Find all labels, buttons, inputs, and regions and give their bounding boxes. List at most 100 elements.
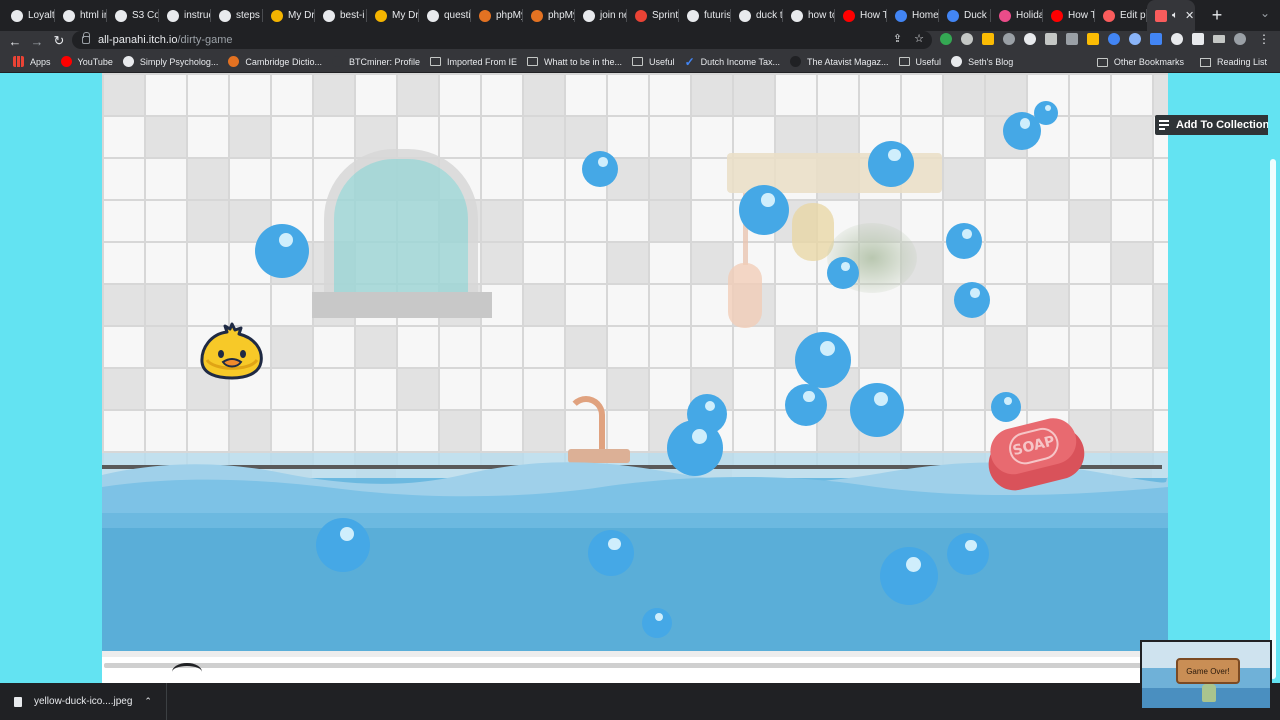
extension-icon[interactable] (1150, 33, 1162, 45)
bubble[interactable] (739, 185, 789, 235)
bubble[interactable] (642, 608, 672, 638)
bubble[interactable] (946, 223, 982, 259)
tab-label: steps (236, 10, 260, 21)
game-canvas[interactable]: SOAP (102, 73, 1168, 683)
browser-tab[interactable]: instruc (159, 0, 211, 31)
browser-tab[interactable]: My Dri (263, 0, 315, 31)
bookmark-item[interactable]: Imported From IE (425, 57, 522, 67)
browser-tab[interactable]: How To (835, 0, 887, 31)
browser-tab[interactable]: Home (887, 0, 939, 31)
bubble[interactable] (316, 518, 370, 572)
extension-icon[interactable] (1129, 33, 1141, 45)
forward-button[interactable]: → (26, 34, 48, 49)
extension-icon[interactable] (1024, 33, 1036, 45)
folder-icon (898, 57, 910, 66)
site-favicon-icon (951, 56, 963, 67)
other-bookmarks[interactable]: Other Bookmarks (1092, 57, 1189, 67)
extension-icon[interactable] (940, 33, 952, 45)
extension-icon[interactable] (961, 33, 973, 45)
share-icon[interactable]: ⇪ (893, 32, 902, 45)
bookmark-item[interactable]: YouTube (56, 56, 118, 67)
browser-tab[interactable]: best-i (315, 0, 367, 31)
bubble[interactable] (582, 151, 618, 187)
profile-avatar[interactable] (1234, 33, 1246, 45)
browser-tab[interactable]: Holida (991, 0, 1043, 31)
active-tab[interactable]: 🔈︎ ✕ (1147, 0, 1195, 31)
browser-tab[interactable]: join ne (575, 0, 627, 31)
address-bar[interactable]: all-panahi.itch.io/dirty-game ⇪ ☆ (72, 31, 932, 49)
bookmark-item[interactable]: The Atavist Magaz... (785, 56, 894, 67)
bookmark-item[interactable]: Cambridge Dictio... (223, 56, 327, 67)
new-tab-button[interactable]: + (1207, 5, 1227, 26)
browser-tab[interactable]: Loyalt (3, 0, 55, 31)
bubble[interactable] (868, 141, 914, 187)
bookmark-item[interactable]: Apps (8, 56, 56, 67)
wall-tile (692, 75, 732, 115)
browser-tab[interactable]: S3 Co (107, 0, 159, 31)
close-tab-icon[interactable]: ✕ (1185, 9, 1194, 22)
bookmark-item[interactable]: ✓ Dutch Income Tax... (680, 55, 785, 69)
browser-tab[interactable]: phpMy (471, 0, 523, 31)
reload-button[interactable]: ↻ (48, 33, 70, 49)
bubble[interactable] (588, 530, 634, 576)
add-to-collection-button[interactable]: Add To Collection (1155, 115, 1276, 135)
browser-tab[interactable]: how to (783, 0, 835, 31)
extension-icon[interactable] (1108, 33, 1120, 45)
wall-tile (524, 117, 564, 157)
bubble[interactable] (954, 282, 990, 318)
browser-tab[interactable]: Edit pr (1095, 0, 1147, 31)
back-button[interactable]: ← (4, 34, 26, 49)
control-knob[interactable] (172, 663, 202, 681)
bubble[interactable] (880, 547, 938, 605)
menu-icon[interactable]: ⋮ (1258, 32, 1270, 46)
extension-icon[interactable] (1171, 33, 1183, 45)
browser-tab[interactable]: Sprint (627, 0, 679, 31)
bubble[interactable] (785, 384, 827, 426)
tab-label: Loyalt (28, 10, 55, 21)
bubble[interactable] (1034, 101, 1058, 125)
tab-label: Sprint (652, 10, 679, 21)
browser-tab[interactable]: steps (211, 0, 263, 31)
browser-tab[interactable]: How To (1043, 0, 1095, 31)
extension-icon[interactable] (1066, 33, 1078, 45)
extension-icon[interactable] (982, 33, 994, 45)
extension-icon[interactable] (1003, 33, 1015, 45)
bubble[interactable] (667, 420, 723, 476)
browser-tab[interactable]: duck t (731, 0, 783, 31)
download-item[interactable]: yellow-duck-ico....jpeg ⌃ (14, 683, 167, 720)
bubble[interactable] (255, 224, 309, 278)
wall-tile (104, 75, 144, 115)
bubble[interactable] (827, 257, 859, 289)
chevron-up-icon[interactable]: ⌃ (144, 696, 152, 707)
pip-bottle (1202, 684, 1216, 702)
extension-icon[interactable] (1045, 33, 1057, 45)
puzzle-icon[interactable] (1192, 33, 1204, 45)
browser-tab[interactable]: Duck c (939, 0, 991, 31)
bookmarks-bar: Apps YouTube Simply Psycholog... Cambridge … (0, 51, 1280, 73)
browser-tab[interactable]: questi (419, 0, 471, 31)
youtube-icon (843, 9, 855, 22)
bookmark-item[interactable]: Useful (627, 57, 680, 67)
picture-in-picture-thumbnail[interactable]: Game Over! (1140, 640, 1272, 710)
browser-tab[interactable]: futuris (679, 0, 731, 31)
reading-list[interactable]: Reading List (1195, 57, 1272, 67)
reading-list-icon[interactable] (1213, 35, 1225, 43)
bookmark-item[interactable]: Useful (894, 57, 947, 67)
bookmark-item[interactable]: BTCminer: Profile (327, 56, 425, 67)
bubble[interactable] (947, 533, 989, 575)
bubble[interactable] (991, 392, 1021, 422)
bookmark-item[interactable]: Seth's Blog (946, 56, 1018, 67)
speaker-icon[interactable]: 🔈︎ (1172, 10, 1178, 21)
browser-tab[interactable]: My Dri (367, 0, 419, 31)
scrollbar-thumb[interactable] (1270, 159, 1276, 679)
rubber-duck-icon[interactable] (199, 320, 265, 380)
bookmark-item[interactable]: Whatt to be in the... (522, 57, 627, 67)
bookmark-star-icon[interactable]: ☆ (914, 32, 924, 45)
bubble[interactable] (795, 332, 851, 388)
tab-search-icon[interactable]: ⌄ (1260, 6, 1270, 20)
bookmark-item[interactable]: Simply Psycholog... (118, 56, 224, 67)
bubble[interactable] (850, 383, 904, 437)
extension-icon[interactable] (1087, 33, 1099, 45)
browser-tab[interactable]: phpMy (523, 0, 575, 31)
browser-tab[interactable]: html ir (55, 0, 107, 31)
